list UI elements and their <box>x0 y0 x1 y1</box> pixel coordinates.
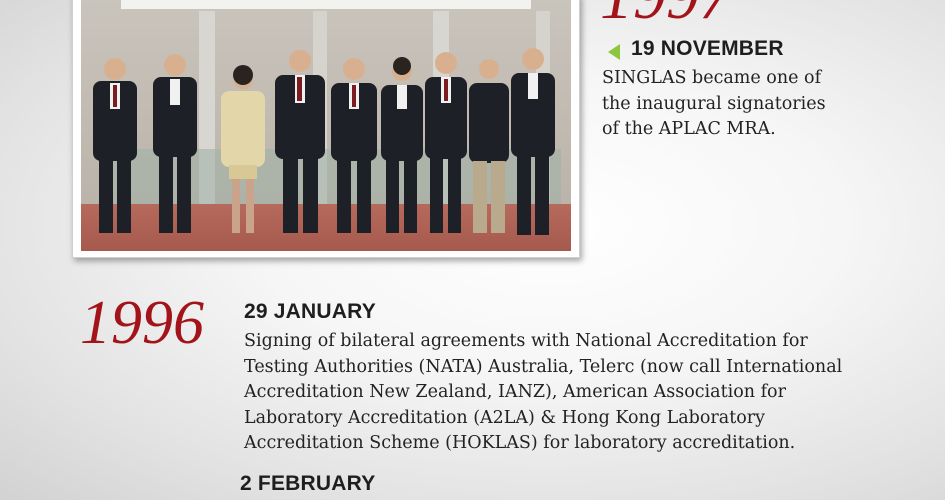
year-1997-heading: 1997 <box>600 0 732 30</box>
entry-1997-description: SINGLAS became one of the inaugural sign… <box>602 68 826 139</box>
signing-ceremony-photo <box>72 0 580 258</box>
date-heading-29-january: 29 JANUARY <box>244 300 376 323</box>
year-1996-heading: 1996 <box>80 289 204 357</box>
date-heading-2-february: 2 FEBRUARY <box>240 472 376 495</box>
date-heading-19-november: 19 NOVEMBER <box>631 37 784 60</box>
entry-1996-january-description: Signing of bilateral agreements with Nat… <box>244 331 843 453</box>
group-photo-image <box>81 0 571 251</box>
left-triangle-arrow-icon <box>608 44 620 60</box>
